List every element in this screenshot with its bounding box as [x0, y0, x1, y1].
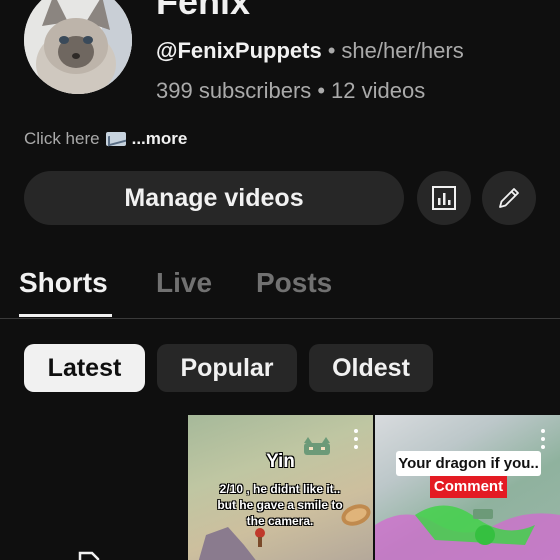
channel-handle: @FenixPuppets [156, 38, 322, 63]
channel-tabs: Shorts Live Posts [0, 262, 560, 319]
puppet-figure [198, 527, 265, 560]
manage-videos-button[interactable]: Manage videos [24, 171, 404, 225]
short-title: Your dragon if you.. [396, 451, 541, 476]
separator-dot: • [327, 38, 336, 63]
short-title: Yin [266, 451, 295, 472]
short-more-icon[interactable] [540, 429, 546, 449]
chip-oldest[interactable]: Oldest [309, 344, 433, 392]
tabs-divider [0, 318, 560, 319]
about-text: Click here [24, 129, 100, 148]
separator-dot: • [317, 78, 326, 103]
chip-latest[interactable]: Latest [24, 344, 145, 392]
short-more-icon[interactable] [353, 429, 359, 449]
pencil-icon [499, 188, 519, 208]
edit-channel-button[interactable] [482, 171, 536, 225]
bread-sticker [341, 504, 371, 526]
email-emoji-icon [105, 132, 126, 146]
tab-posts[interactable]: Posts [256, 267, 332, 299]
stats-line: 399 subscribers • 12 videos [156, 80, 425, 102]
handle-line: @FenixPuppets • she/her/hers [156, 40, 464, 62]
video-count: 12 videos [331, 78, 426, 103]
analytics-button[interactable] [417, 171, 471, 225]
tab-shorts[interactable]: Shorts [19, 267, 108, 299]
subscriber-count: 399 subscribers [156, 78, 312, 103]
channel-page: Fenix @FenixPuppets • she/her/hers 399 sub… [0, 0, 560, 560]
short-thumbnail[interactable]: Your dragon if you.. Comment [375, 415, 560, 560]
short-caption: 2/10 , he didnt like it.. but he gave a … [217, 482, 343, 528]
dragon-puppets-scene [375, 505, 560, 560]
bar-chart-icon [432, 186, 456, 210]
channel-name: Fenix [156, 0, 251, 22]
about-more-link[interactable]: ...more [132, 129, 188, 149]
channel-about[interactable]: Click here ...more [24, 129, 187, 149]
tab-live[interactable]: Live [156, 267, 212, 299]
short-thumbnail[interactable] [0, 415, 186, 560]
upload-shape-icon [78, 551, 100, 560]
cat-avatar-image [24, 0, 132, 94]
channel-pronouns: she/her/hers [341, 38, 464, 63]
chip-popular[interactable]: Popular [157, 344, 297, 392]
active-tab-indicator [19, 314, 112, 317]
short-thumbnail[interactable]: Yin 2/10 , he didnt like it.. but he gav… [188, 415, 373, 560]
channel-avatar[interactable] [24, 0, 132, 94]
